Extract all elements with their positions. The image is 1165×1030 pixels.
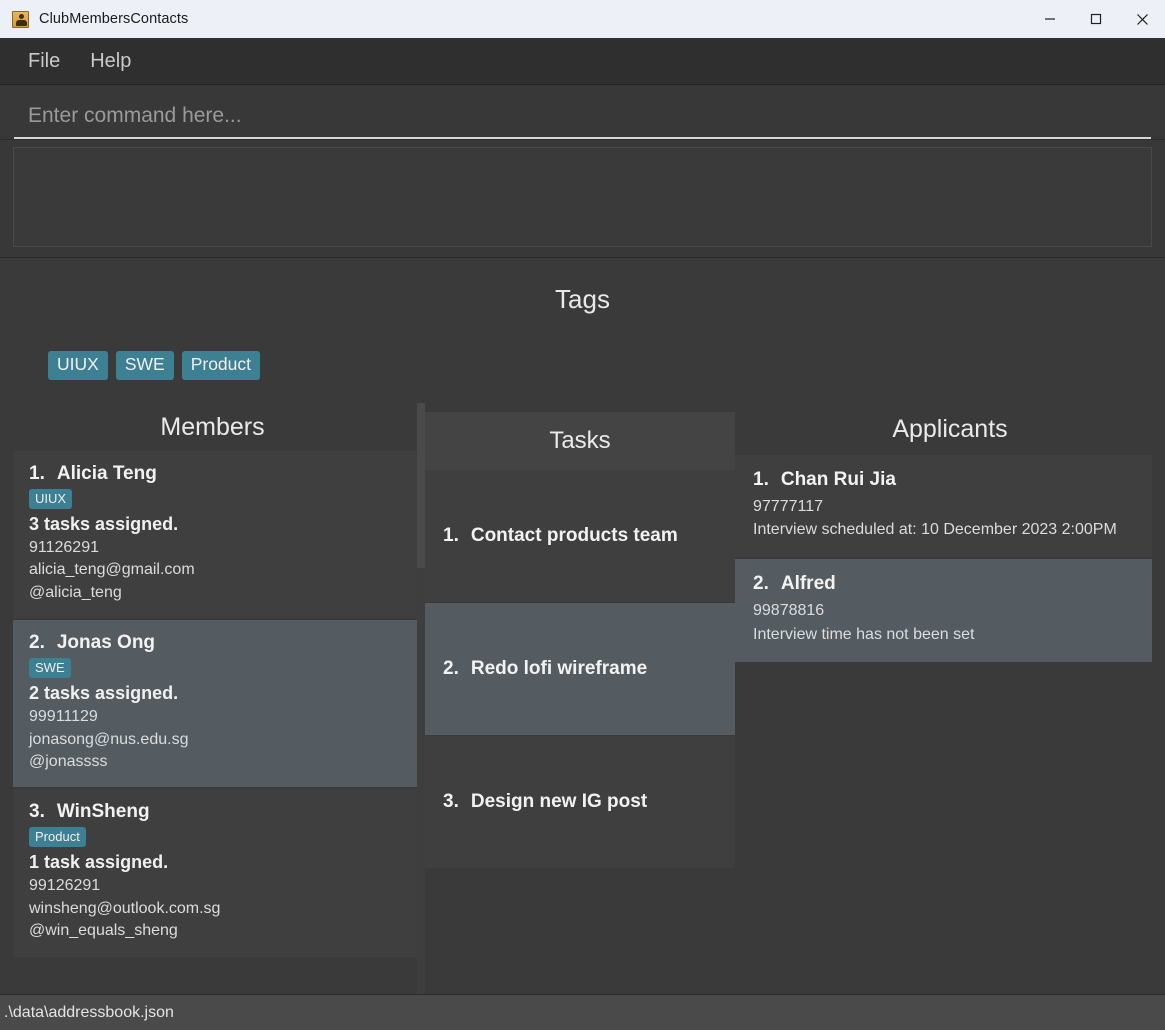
member-tags: UIUX [29,489,402,509]
member-name-row: 3. WinSheng [29,801,402,823]
member-name: WinSheng [56,801,150,823]
task-name: Design new IG post [470,791,648,812]
member-list-item[interactable]: 3. WinSheng Product 1 task assigned. 991… [13,789,418,957]
member-tasks-summary: 2 tasks assigned. [29,683,179,704]
members-list[interactable]: 1. Alicia Teng UIUX 3 tasks assigned. 91… [0,451,425,994]
result-display-box [13,147,1152,247]
window-controls [1027,0,1165,38]
task-index: 3. [443,791,459,812]
member-handle: @jonassss [29,752,108,770]
member-index: 2. [29,632,45,654]
member-phone: 99911129 [29,708,98,726]
minimize-icon[interactable] [1027,0,1073,38]
task-index: 1. [443,525,459,546]
command-input-underline [14,100,1151,139]
applicant-list-item[interactable]: 2. Alfred 99878816 Interview time has no… [735,559,1152,662]
applicant-list-item[interactable]: 1. Chan Rui Jia 97777117 Interview sched… [735,455,1152,558]
member-email: jonasong@nus.edu.sg [29,730,189,748]
member-tag: Product [29,827,86,848]
member-name-row: 2. Jonas Ong [29,632,402,654]
applicants-panel: Applicants 1. Chan Rui Jia 97777117 Inte… [735,403,1165,994]
member-tag: SWE [29,658,71,679]
applicant-interview: Interview scheduled at: 10 December 2023… [753,521,1117,539]
task-name: Redo lofi wireframe [470,658,648,679]
member-tasks-summary: 3 tasks assigned. [29,514,179,534]
applicants-panel-title: Applicants [892,414,1008,443]
title-bar-left: ClubMembersContacts [0,10,189,28]
member-name: Jonas Ong [56,632,156,654]
applicant-phone: 97777117 [753,498,823,515]
applicant-phone: 99878816 [753,602,825,620]
maximize-icon[interactable] [1073,0,1119,38]
command-zone [0,85,1165,140]
applicant-name-row: 1. Chan Rui Jia [753,469,1136,491]
applicant-index: 1. [753,469,769,490]
address-book-icon [12,10,29,28]
members-panel: Members 1. Alicia Teng UIUX 3 tasks assi… [0,403,425,994]
application-window: ClubMembersContacts File Help Tags [0,0,1165,1030]
menu-item-help[interactable]: Help [80,46,141,77]
member-email: alicia_teng@gmail.com [29,561,195,579]
members-scrollbar-thumb[interactable] [417,403,425,568]
tags-panel-title: Tags [555,284,610,314]
applicant-name: Chan Rui Jia [780,469,896,490]
applicant-name: Alfred [780,573,836,595]
member-phone: 99126291 [29,877,101,895]
member-name-row: 1. Alicia Teng [29,463,402,485]
member-index: 3. [29,801,45,823]
tags-panel: Tags UIUX SWE Product [0,258,1165,403]
close-icon[interactable] [1119,0,1165,38]
status-bar: .\data\addressbook.json [0,994,1165,1030]
task-index: 2. [443,658,459,679]
tags-list: UIUX SWE Product [0,315,1165,380]
member-phone: 91126291 [29,539,99,556]
member-name: Alicia Teng [56,463,157,484]
member-list-item[interactable]: 2. Jonas Ong SWE 2 tasks assigned. 99911… [13,620,418,788]
task-list-item[interactable]: 3. Design new IG post [425,736,735,868]
title-bar: ClubMembersContacts [0,0,1165,38]
window-title: ClubMembersContacts [39,11,189,27]
task-list-item[interactable]: 1. Contact products team [425,470,735,602]
task-list-item[interactable]: 2. Redo lofi wireframe [425,603,735,735]
member-tasks-summary: 1 task assigned. [29,852,169,873]
tasks-list[interactable]: 1. Contact products team 2. Redo lofi wi… [425,470,735,994]
member-email: winsheng@outlook.com.sg [29,899,221,917]
status-bar-path: .\data\addressbook.json [4,1003,174,1021]
tag-chip[interactable]: SWE [115,351,174,380]
member-handle: @win_equals_sheng [29,922,178,940]
menu-bar: File Help [0,38,1165,85]
member-tag: UIUX [29,489,73,509]
command-input[interactable] [14,100,1151,132]
tag-chip[interactable]: Product [181,351,260,380]
member-list-item[interactable]: 1. Alicia Teng UIUX 3 tasks assigned. 91… [13,451,418,619]
applicant-name-row: 2. Alfred [753,573,1136,595]
member-handle: @alicia_teng [29,583,122,601]
members-panel-title: Members [0,403,425,451]
applicant-index: 2. [753,573,769,595]
applicant-interview: Interview time has not been set [753,625,975,643]
main-content: Members 1. Alicia Teng UIUX 3 tasks assi… [0,403,1165,994]
members-scrollbar[interactable] [417,403,425,994]
result-zone [0,140,1165,258]
member-index: 1. [29,463,45,484]
tasks-panel-title: Tasks [425,412,735,470]
tag-chip[interactable]: UIUX [48,351,108,380]
applicants-list[interactable]: 1. Chan Rui Jia 97777117 Interview sched… [735,455,1165,994]
member-tags: Product [29,827,402,848]
task-name: Contact products team [470,525,678,546]
member-tags: SWE [29,658,402,679]
menu-item-file[interactable]: File [18,46,70,77]
tasks-panel: Tasks 1. Contact products team 2. Redo l… [425,403,735,994]
